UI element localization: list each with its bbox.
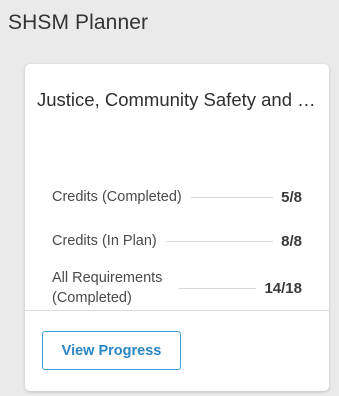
view-progress-button[interactable]: View Progress (42, 331, 181, 370)
credits-completed-label: Credits (Completed) (52, 189, 182, 205)
leader-line (179, 287, 257, 289)
program-title: Justice, Community Safety and Emergency … (37, 89, 317, 110)
credits-in-plan-row: Credits (In Plan) 8/8 (52, 231, 302, 251)
all-requirements-value: 14/18 (264, 279, 302, 297)
credits-in-plan-label: Credits (In Plan) (52, 233, 157, 249)
leader-line (190, 196, 274, 198)
shsm-program-card: Justice, Community Safety and Emergency … (25, 64, 329, 391)
all-requirements-label: All Requirements (Completed) (52, 270, 163, 306)
all-requirements-row: All Requirements (Completed) 14/18 (52, 268, 302, 308)
credits-in-plan-value: 8/8 (281, 232, 302, 250)
leader-line (165, 240, 274, 242)
credits-completed-row: Credits (Completed) 5/8 (52, 187, 302, 207)
panel-title: SHSM Planner (8, 11, 149, 34)
credits-completed-value: 5/8 (281, 188, 302, 206)
card-divider (25, 310, 329, 311)
